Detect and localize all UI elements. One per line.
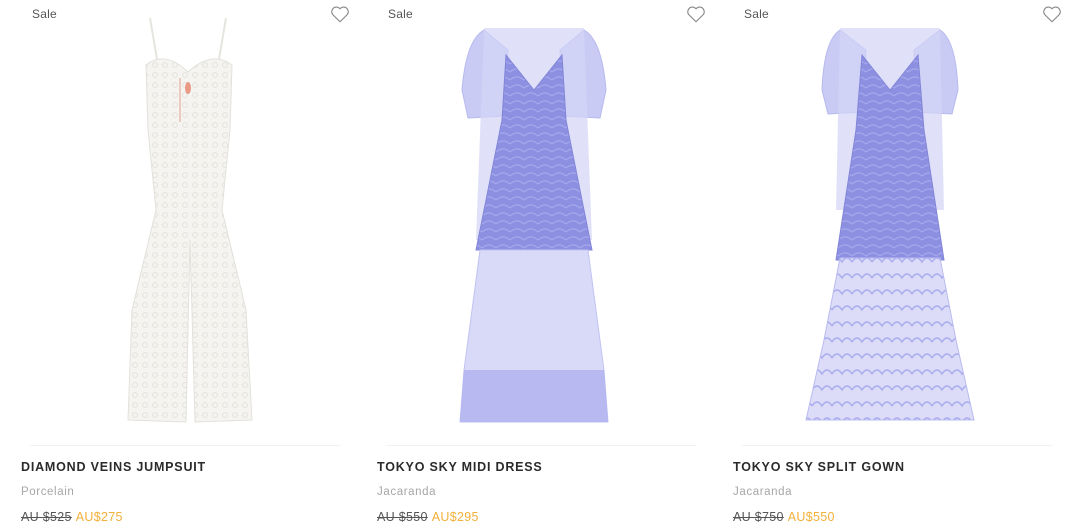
white-lace-jumpsuit-image (127, 17, 253, 423)
product-name[interactable]: DIAMOND VEINS JUMPSUIT (21, 460, 206, 474)
original-price: AU $525 (21, 510, 72, 524)
product-card[interactable]: Sale (712, 0, 1068, 530)
sale-price: AU$550 (787, 510, 835, 524)
divider (742, 445, 1052, 446)
blue-ruffle-split-gown-image (805, 28, 975, 421)
divider (386, 445, 696, 446)
price-row: AU $550 AU$295 (377, 510, 479, 524)
product-color: Porcelain (21, 486, 75, 498)
blue-ruffle-midi-dress-image (459, 28, 609, 423)
product-image[interactable] (712, 10, 1068, 435)
product-grid: Sale DIAMOND VEINS JUMPSUIT Porcelain AU… (0, 0, 1080, 530)
sale-price: AU$295 (431, 510, 479, 524)
product-name[interactable]: TOKYO SKY SPLIT GOWN (733, 460, 905, 474)
original-price: AU $550 (377, 510, 428, 524)
sale-price: AU$275 (75, 510, 123, 524)
product-name[interactable]: TOKYO SKY MIDI DRESS (377, 460, 543, 474)
product-image[interactable] (0, 10, 356, 435)
product-image[interactable] (356, 10, 712, 435)
price-row: AU $525 AU$275 (21, 510, 123, 524)
price-row: AU $750 AU$550 (733, 510, 835, 524)
product-card[interactable]: Sale (356, 0, 712, 530)
product-card[interactable]: Sale DIAMOND VEINS JUMPSUIT Porcelain AU… (0, 0, 356, 530)
original-price: AU $750 (733, 510, 784, 524)
divider (30, 445, 340, 446)
product-color: Jacaranda (377, 486, 437, 498)
product-color: Jacaranda (733, 486, 793, 498)
